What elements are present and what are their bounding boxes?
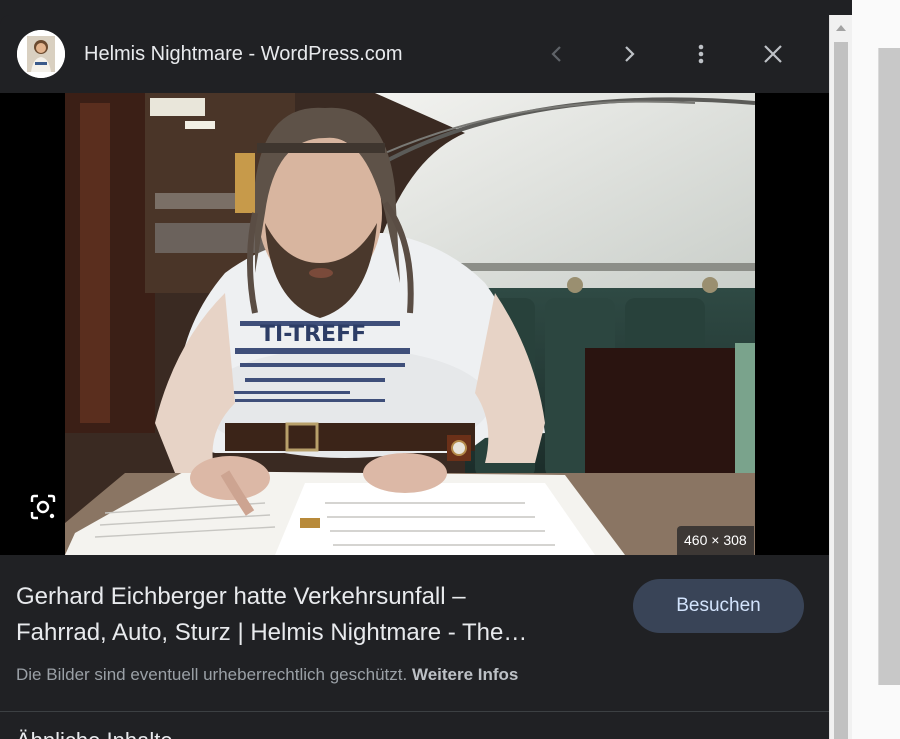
preview-image[interactable]: TI-TREFF (65, 93, 755, 555)
photo-illustration: TI-TREFF (65, 93, 755, 555)
more-vert-icon (698, 44, 704, 64)
image-preview-panel: Helmis Nightmare - WordPress.com TI-TREF… (0, 15, 829, 739)
lens-search-button[interactable] (22, 486, 64, 528)
scroll-up-icon (836, 25, 846, 31)
page-scrollbar[interactable] (878, 48, 900, 685)
copyright-notice: Die Bilder sind eventuell urheberrechtli… (16, 665, 518, 685)
image-area: TI-TREFF 460 × 308 (0, 93, 829, 555)
close-button[interactable] (753, 34, 793, 74)
close-icon (764, 45, 782, 63)
related-content-heading: Ähnliche Inhalte (16, 727, 173, 739)
site-favicon[interactable] (17, 30, 65, 78)
shirt-print-text: TI-TREFF (260, 322, 366, 347)
site-title[interactable]: Helmis Nightmare - WordPress.com (84, 42, 403, 66)
scroll-up-button[interactable] (830, 15, 852, 41)
previous-button[interactable] (537, 34, 577, 74)
panel-scrollbar[interactable] (829, 15, 852, 739)
scroll-thumb[interactable] (834, 42, 848, 739)
section-divider (0, 711, 829, 712)
visit-button[interactable]: Besuchen (633, 579, 804, 633)
copyright-text: Die Bilder sind eventuell urheberrechtli… (16, 665, 408, 684)
preview-header: Helmis Nightmare - WordPress.com (0, 15, 829, 93)
next-button[interactable] (609, 34, 649, 74)
chevron-right-icon (625, 46, 635, 62)
image-dimensions-badge: 460 × 308 (677, 526, 754, 555)
favicon-image (17, 30, 65, 78)
lens-search-icon (30, 494, 56, 520)
more-info-link[interactable]: Weitere Infos (412, 665, 518, 684)
top-strip (0, 0, 829, 15)
chevron-left-icon (551, 46, 561, 62)
more-options-button[interactable] (681, 34, 721, 74)
result-title-line-1: Gerhard Eichberger hatte Verkehrsunfall … (16, 583, 466, 610)
result-title[interactable]: Gerhard Eichberger hatte Verkehrsunfall … (16, 579, 596, 651)
result-title-line-2: Fahrrad, Auto, Sturz | Helmis Nightmare … (16, 619, 528, 646)
